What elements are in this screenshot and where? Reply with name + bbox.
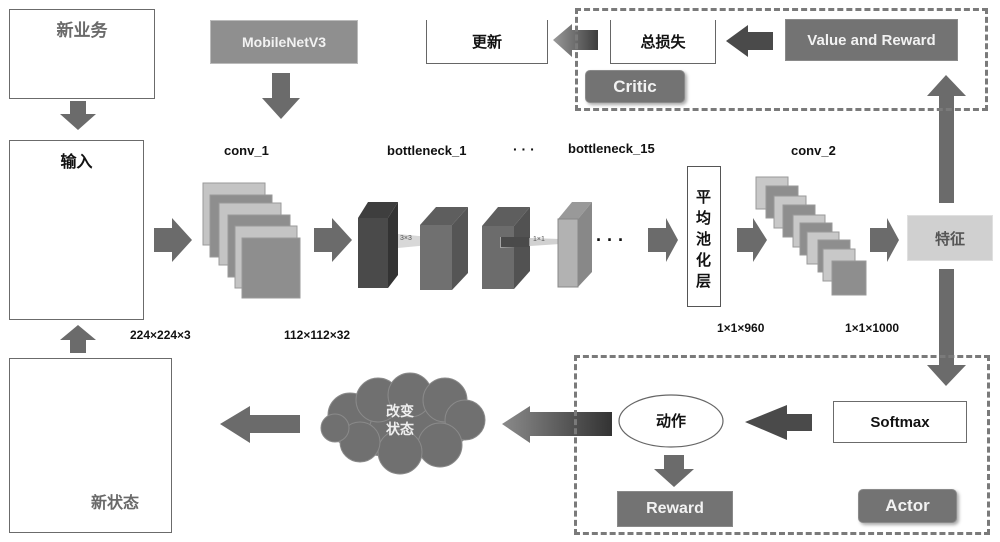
critic-badge[interactable]: Critic xyxy=(585,70,685,103)
kernel-slab xyxy=(501,237,529,247)
conv1-feature-maps xyxy=(202,182,301,299)
mobilenet-box[interactable]: MobileNetV3 xyxy=(210,20,358,64)
value-reward-box[interactable]: Value and Reward xyxy=(785,19,958,61)
softmax-box[interactable]: Softmax xyxy=(833,401,967,443)
change-state-line-1: 改变 xyxy=(386,403,414,419)
reward-box[interactable]: Reward xyxy=(617,491,733,527)
arrow-right-to-pool xyxy=(648,218,678,262)
pool-dim-label: 1×1×960 xyxy=(717,321,765,335)
kernel-label-2: 1×1 xyxy=(533,236,545,243)
feature-label: 特征 xyxy=(934,230,965,248)
softmax-label: Softmax xyxy=(870,413,930,431)
mobilenet-label: MobileNetV3 xyxy=(241,34,326,50)
actor-badge[interactable]: Actor xyxy=(858,489,957,523)
new-task-label: 新业务 xyxy=(56,21,108,40)
ellipsis-top: · · · xyxy=(513,141,535,157)
bottleneck-block-2 xyxy=(420,207,468,290)
conv2-label: conv_2 xyxy=(791,143,836,158)
arrow-right-pool-conv2 xyxy=(737,218,767,262)
avg-pool-box[interactable]: 平均池化层 xyxy=(687,166,721,307)
update-box[interactable]: 更新 xyxy=(426,20,548,64)
input-label: 输入 xyxy=(60,154,93,171)
total-loss-box[interactable]: 总损失 xyxy=(610,20,716,64)
new-state-label: 新状态 xyxy=(91,495,140,512)
feature-box[interactable]: 特征 xyxy=(907,215,993,261)
reward-label: Reward xyxy=(646,500,704,517)
change-state-label[interactable]: 改变 状态 xyxy=(375,402,425,438)
arrow-up-newstate-input xyxy=(60,325,96,353)
actor-label: Actor xyxy=(885,496,930,515)
value-reward-label: Value and Reward xyxy=(807,31,936,49)
conv2-dim-label: 1×1×1000 xyxy=(845,321,900,335)
conv1-dim-label: 112×112×32 xyxy=(284,328,351,342)
change-state-line-2: 状态 xyxy=(386,421,414,437)
bottleneck-last-label: bottleneck_15 xyxy=(568,141,655,156)
arrow-down-newtask-input xyxy=(60,101,96,130)
input-dim-label: 224×224×3 xyxy=(130,328,191,342)
input-box[interactable]: 输入 xyxy=(9,140,144,320)
arrow-right-conv1-bottleneck xyxy=(314,218,352,262)
bottleneck-block-3 xyxy=(482,207,530,289)
bottleneck-first-label: bottleneck_1 xyxy=(387,143,467,158)
arrow-right-conv2-feature xyxy=(870,218,899,262)
avg-pool-label: 平均池化层 xyxy=(696,189,712,290)
kernel-label-1: 3×3 xyxy=(400,235,412,242)
arrow-right-input-conv1 xyxy=(154,218,192,262)
new-state-box[interactable]: 新状态 xyxy=(9,358,172,533)
conv2-feature-maps xyxy=(755,176,867,296)
arrow-left-state-newstate xyxy=(220,406,300,443)
bottleneck-block-1 xyxy=(358,202,398,288)
action-label[interactable]: 动作 xyxy=(630,410,712,431)
new-task-box[interactable]: 新业务 xyxy=(9,9,155,99)
total-loss-label: 总损失 xyxy=(640,34,686,51)
update-label: 更新 xyxy=(471,34,502,51)
critic-label: Critic xyxy=(613,76,657,96)
ellipsis-mid: · · · xyxy=(596,230,624,250)
arrow-down-mobilenet xyxy=(262,73,300,119)
conv1-label: conv_1 xyxy=(224,143,269,158)
bottleneck-block-15 xyxy=(557,202,592,288)
